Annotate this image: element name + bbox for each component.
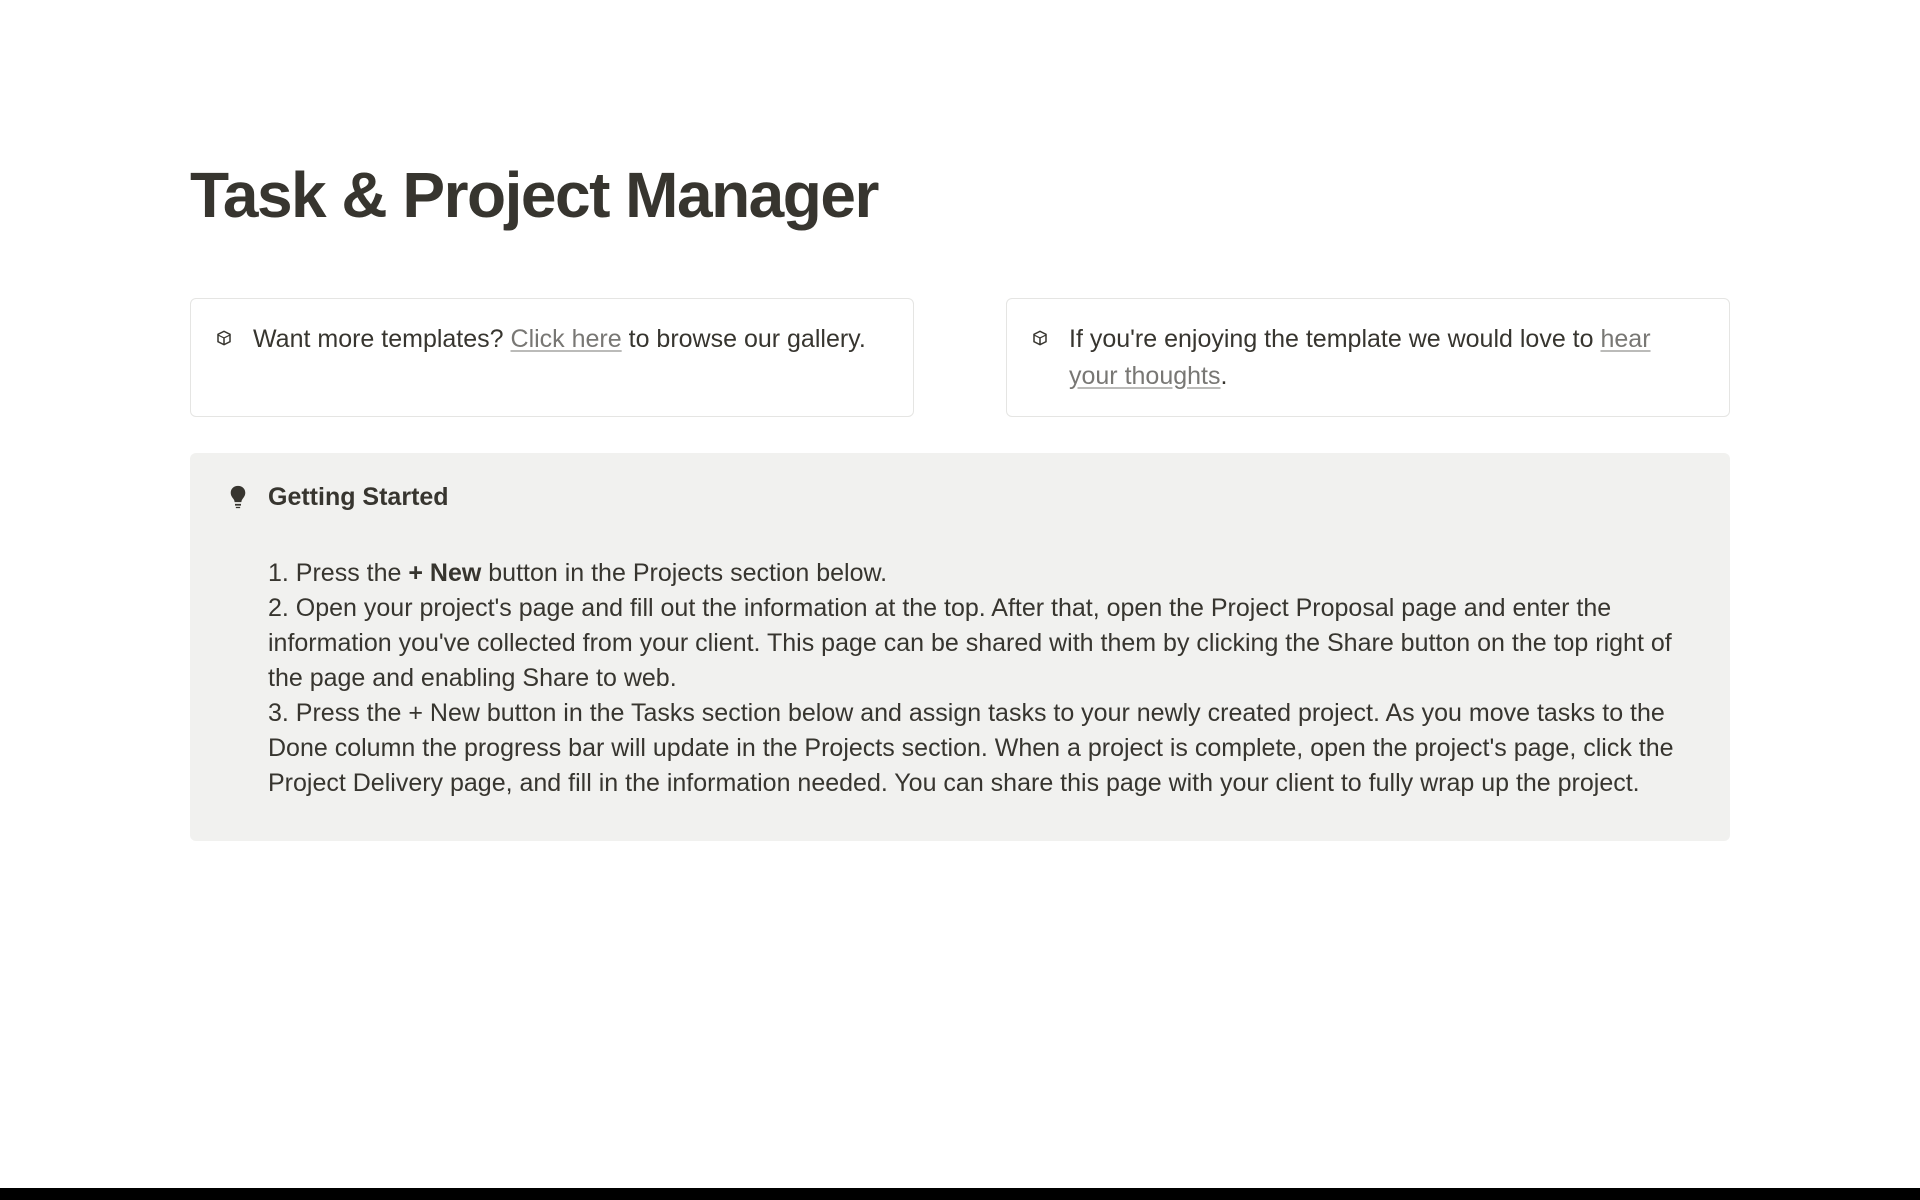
link-click-here[interactable]: Click here [511,325,622,353]
step1-bold: + New [408,559,481,587]
lightbulb-icon [226,485,250,509]
page-title: Task & Project Manager [190,160,1730,230]
callout-feedback: If you're enjoying the template we would… [1006,298,1730,417]
callout-text: Want more templates? Click here to brows… [253,321,866,357]
gs-steps-list: 1. Press the + New button in the Project… [226,556,1694,801]
box-icon [1029,327,1051,349]
page-container: Task & Project Manager Want more templat… [0,0,1920,841]
callout-row: Want more templates? Click here to brows… [190,298,1730,417]
step1-prefix: 1. Press the [268,559,408,587]
gs-step-2: 2. Open your project's page and fill out… [268,591,1694,696]
gs-step-1: 1. Press the + New button in the Project… [268,556,1694,591]
box-icon [213,327,235,349]
step1-suffix: button in the Projects section below. [481,559,887,587]
getting-started-block: Getting Started 1. Press the + New butto… [190,453,1730,841]
callout-prefix: Want more templates? [253,325,511,353]
callout-suffix: to browse our gallery. [622,325,866,353]
callout-templates: Want more templates? Click here to brows… [190,298,914,417]
bottom-bar [0,1188,1920,1200]
gs-title: Getting Started [268,483,449,512]
gs-step-3: 3. Press the + New button in the Tasks s… [268,696,1694,801]
callout-prefix: If you're enjoying the template we would… [1069,325,1600,353]
callout-suffix: . [1221,362,1228,390]
gs-header: Getting Started [226,483,1694,512]
callout-text: If you're enjoying the template we would… [1069,321,1701,394]
